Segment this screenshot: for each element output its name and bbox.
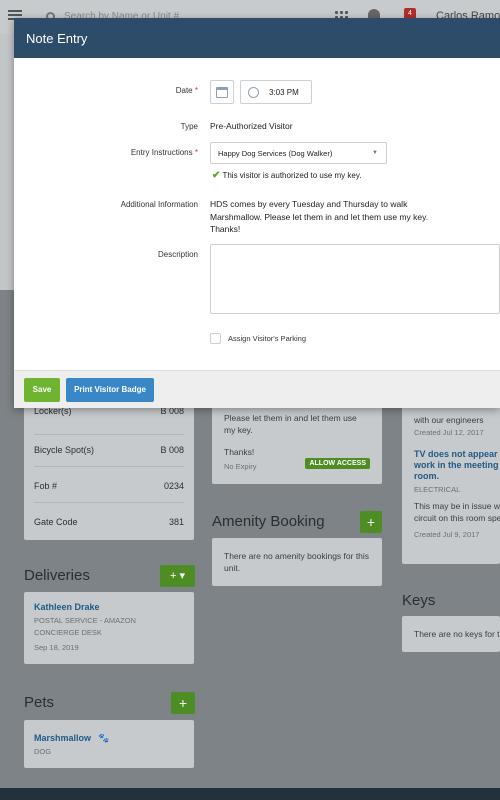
amenity-card: There are no amenity bookings for this u… <box>212 538 382 586</box>
authorized-note: ✔ This visitor is authorized to use my k… <box>212 170 362 181</box>
pet-card: Marshmallow 🐾 DOG <box>24 720 194 768</box>
date-label: Date * <box>175 86 198 95</box>
modal-footer: Save Print Visitor Badge <box>14 370 500 408</box>
description-textarea[interactable] <box>210 244 500 314</box>
delivery-recipient-link[interactable]: Kathleen Drake <box>34 602 184 612</box>
type-value: Pre-Authorized Visitor <box>210 121 293 131</box>
type-label: Type <box>180 122 198 131</box>
delivery-card: Kathleen Drake POSTAL SERVICE - AMAZON C… <box>24 592 194 664</box>
check-icon: ✔ <box>212 170 221 181</box>
add-amenity-button[interactable]: + <box>360 511 382 533</box>
add-pet-button[interactable]: + <box>171 692 195 714</box>
chevron-down-icon: ▼ <box>372 150 378 156</box>
info-row-gate-code: Gate Code 381 <box>34 502 184 527</box>
add-delivery-button[interactable]: + ▾ <box>160 565 195 587</box>
pet-name-link[interactable]: Marshmallow <box>34 733 91 743</box>
info-row-bicycle: Bicycle Spot(s) B 008 <box>34 434 184 455</box>
assign-parking-label[interactable]: Assign Visitor's Parking <box>228 334 306 343</box>
calendar-icon <box>216 87 228 98</box>
time-input[interactable]: 3:03 PM <box>240 80 312 104</box>
amenity-title: Amenity Booking <box>212 513 325 530</box>
visitor-card: Please let them in and let them use my k… <box>212 396 382 484</box>
info-row-fob: Fob # 0234 <box>34 466 184 491</box>
date-picker-button[interactable] <box>210 80 234 104</box>
modal-header: Note Entry <box>14 18 500 58</box>
save-button[interactable]: Save <box>24 378 60 402</box>
entry-instructions-label: Entry Instructions * <box>130 148 198 157</box>
print-visitor-badge-button[interactable]: Print Visitor Badge <box>66 378 154 402</box>
bottom-bar <box>0 788 500 800</box>
additional-info-label: Additional Information <box>120 200 198 209</box>
additional-info-value: HDS comes by every Tuesday and Thursday … <box>210 199 429 234</box>
modal-title: Note Entry <box>26 31 88 46</box>
clock-icon <box>248 87 259 98</box>
assign-parking-checkbox[interactable] <box>210 333 221 344</box>
deliveries-title: Deliveries <box>24 567 90 584</box>
note-entry-modal: Note Entry Date * 3:03 PM Type Pre-Autho… <box>14 18 500 408</box>
pets-title: Pets <box>24 694 55 711</box>
description-label: Description <box>157 250 198 259</box>
issue-title-link[interactable]: TV does not appear to work in the meetin… <box>414 449 500 482</box>
unit-info-card: Locker(s) B 008 Bicycle Spot(s) B 008 Fo… <box>24 396 194 540</box>
keys-title: Keys <box>402 592 436 609</box>
entry-instructions-select[interactable]: Happy Dog Services (Dog Walker) ▼ <box>210 142 387 164</box>
allow-access-badge: ALLOW ACCESS <box>305 458 370 469</box>
issues-card: with our engineers Created Jul 12, 2017 … <box>402 396 500 564</box>
keys-card: There are no keys for this unit. <box>402 616 500 652</box>
pet-paw-icon: 🐾 <box>98 733 110 743</box>
